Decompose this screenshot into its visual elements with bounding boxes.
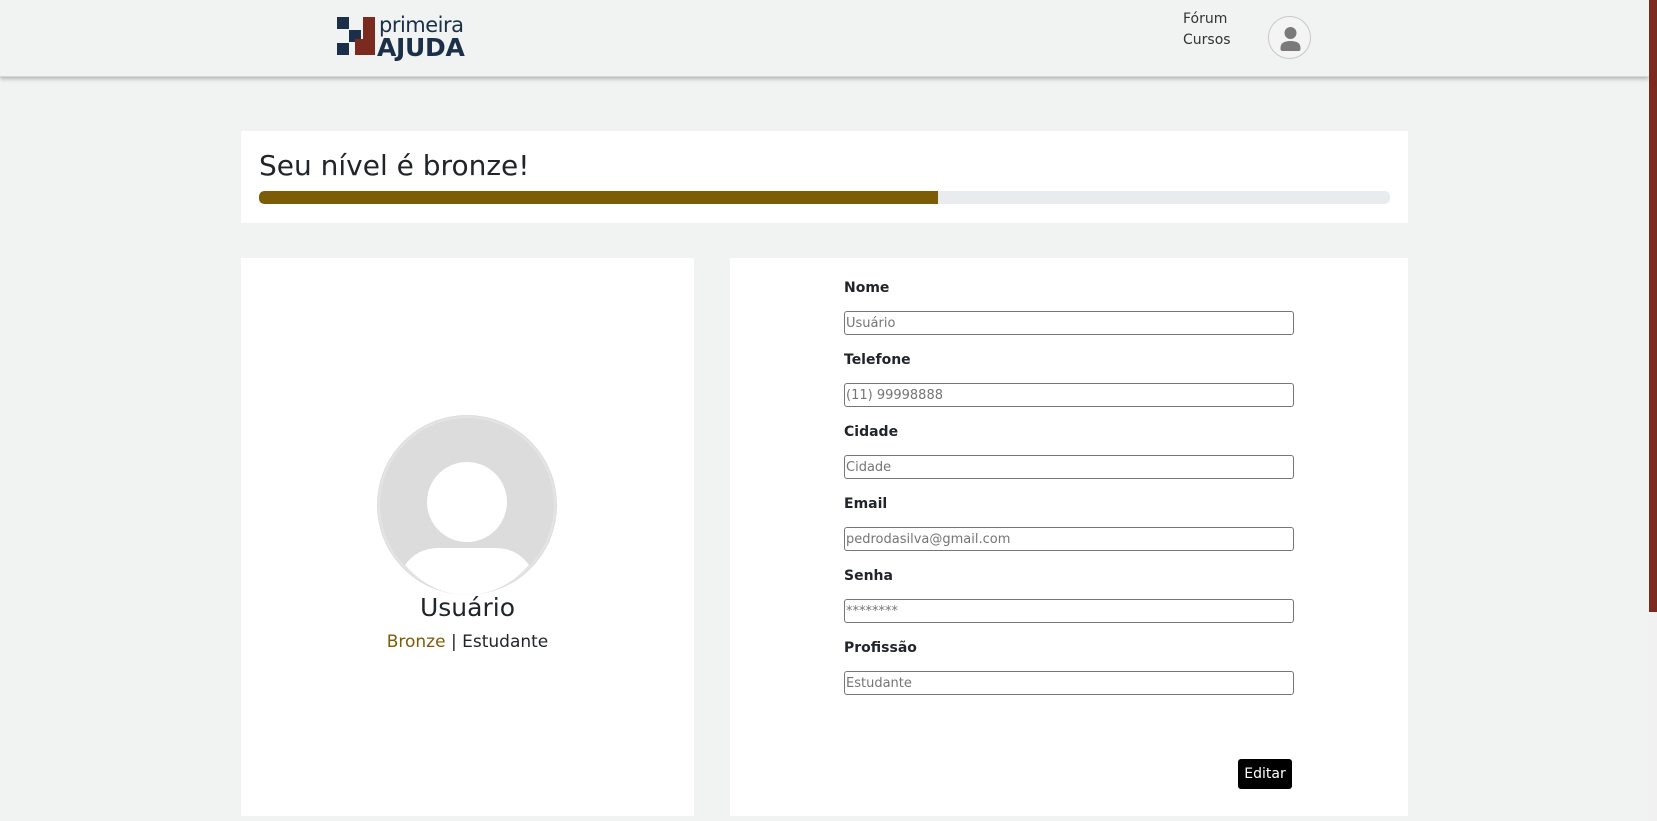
field-email: Email	[844, 494, 1294, 551]
logo-text-bottom: AJUDA	[377, 33, 465, 62]
top-header: primeira AJUDA Fórum Cursos	[0, 0, 1649, 77]
label-nome: Nome	[844, 280, 890, 296]
nav-link-cursos[interactable]: Cursos	[1183, 30, 1231, 51]
label-profissao: Profissão	[844, 640, 917, 656]
level-title: Seu nível é bronze!	[259, 149, 530, 182]
profile-separator: |	[445, 632, 463, 652]
input-profissao[interactable]	[844, 671, 1294, 695]
logo-mark-icon	[337, 17, 375, 55]
field-telefone: Telefone	[844, 350, 1294, 407]
profile-page: primeira AJUDA Fórum Cursos Seu nível é …	[0, 0, 1657, 821]
field-cidade: Cidade	[844, 422, 1294, 479]
input-email[interactable]	[844, 527, 1294, 551]
profile-avatar	[377, 415, 557, 595]
profile-form: Nome Telefone Cidade Email Senha Profiss…	[730, 258, 1408, 816]
input-cidade[interactable]	[844, 455, 1294, 479]
label-cidade: Cidade	[844, 424, 899, 440]
field-senha: Senha	[844, 566, 1294, 623]
field-profissao: Profissão	[844, 638, 1294, 695]
label-email: Email	[844, 496, 888, 512]
user-menu-button[interactable]	[1268, 16, 1311, 59]
profile-subtitle: Bronze | Estudante	[241, 632, 694, 652]
input-senha[interactable]	[844, 599, 1294, 623]
scrollbar-thumb[interactable]	[1649, 0, 1657, 612]
label-senha: Senha	[844, 568, 893, 584]
user-avatar-icon	[378, 416, 556, 595]
profile-name: Usuário	[419, 593, 515, 622]
primeira-ajuda-logo[interactable]: primeira AJUDA	[337, 13, 482, 62]
level-progress-bar	[259, 191, 1390, 204]
input-telefone[interactable]	[844, 383, 1294, 407]
profile-card: Usuário Bronze | Estudante	[241, 258, 694, 816]
user-icon	[1280, 27, 1301, 51]
level-card: Seu nível é bronze!	[241, 131, 1408, 223]
profile-level: Bronze	[386, 632, 446, 652]
main-nav: Fórum Cursos	[1183, 9, 1231, 51]
input-nome[interactable]	[844, 311, 1294, 335]
level-progress-fill	[259, 191, 938, 204]
nav-link-forum[interactable]: Fórum	[1183, 9, 1231, 30]
field-nome: Nome	[844, 278, 1294, 335]
label-telefone: Telefone	[844, 352, 911, 368]
profile-role: Estudante	[462, 632, 549, 652]
edit-button[interactable]: Editar	[1238, 759, 1292, 789]
